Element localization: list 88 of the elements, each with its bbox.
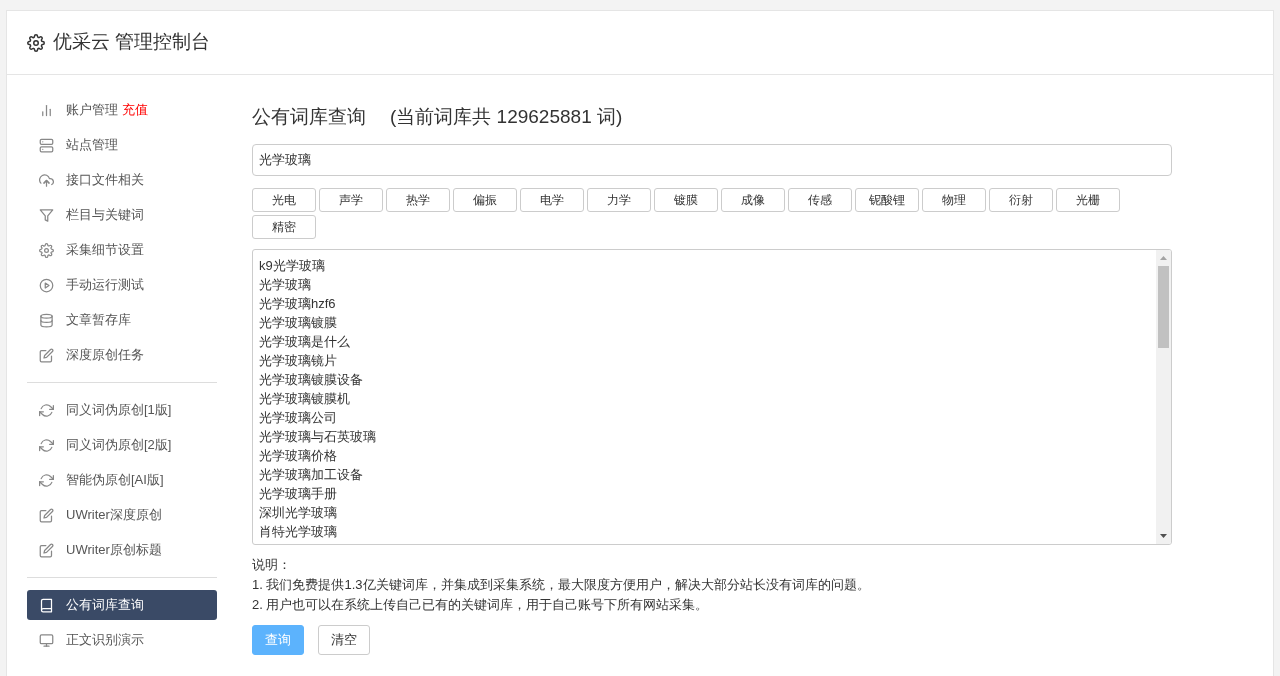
sidebar-label: UWriter原创标题 [66,541,162,560]
sidebar-label: 文章暂存库 [66,311,131,330]
sidebar-item[interactable]: 采集细节设置 [27,235,217,265]
sidebar-label: 站点管理 [66,136,118,155]
tag-button[interactable]: 传感 [788,187,852,212]
sidebar-item[interactable]: 文章暂存库 [27,305,217,335]
sidebar-item[interactable]: UWriter深度原创 [27,500,217,530]
edit-icon [39,347,54,363]
notes-title: 说明： [252,555,292,574]
sidebar-label: 接口文件相关 [66,171,144,190]
console-title: 优采云 管理控制台 [53,30,211,55]
result-item[interactable]: 光学玻璃公司 [259,407,1156,427]
tag-button[interactable]: 热学 [386,187,450,212]
bar-chart-icon [39,102,54,118]
sidebar-item[interactable]: 同义词伪原创[1版] [27,395,217,425]
sidebar-label: UWriter深度原创 [66,506,162,525]
tag-button[interactable]: 电学 [520,187,584,212]
clear-button[interactable]: 清空 [318,624,370,655]
play-icon [39,277,54,293]
monitor-icon [39,632,54,648]
sidebar-label: 深度原创任务 [66,346,144,365]
database-icon [39,312,54,328]
filter-icon [39,207,54,223]
tag-button[interactable]: 光电 [252,187,316,212]
sidebar-label: 正文识别演示 [66,631,144,650]
tag-button[interactable]: 精密 [252,214,316,239]
scroll-down-icon[interactable] [1160,533,1167,538]
sidebar-label: 公有词库查询 [66,596,144,615]
result-item[interactable]: 光学玻璃加工设备 [259,464,1156,484]
scroll-up-icon[interactable] [1160,255,1167,260]
sidebar-item[interactable]: 栏目与关键词 [27,200,217,230]
note-text: 1. 我们免费提供1.3亿关键词库，并集成到采集系统，最大限度方便用户，解决大部分站长没有词库的问题。 [252,575,871,594]
tag-button[interactable]: 光栅 [1056,187,1120,212]
result-item[interactable]: 深圳光学玻璃 [259,502,1156,522]
result-item[interactable]: 光学玻璃价格 [259,445,1156,465]
result-item[interactable]: 肖特光学玻璃 [259,521,1156,541]
sidebar-label: 栏目与关键词 [66,206,144,225]
refresh-icon [39,472,54,488]
sidebar-item[interactable]: 接口文件相关 [27,165,217,195]
sidebar-label: 同义词伪原创[1版] [66,401,172,420]
results-list[interactable]: k9光学玻璃 光学玻璃 光学玻璃hzf6 光学玻璃镀膜 光学玻璃是什么 光学玻璃镜片 光学玻璃镀膜设备 光学玻璃镀膜机 光学玻璃公司 光学玻璃与石英玻璃 光学玻璃价格 光学玻璃加工设备 光学玻璃手册 深圳光学玻璃 肖特光学玻璃 [252,248,1172,545]
edit-icon [39,542,54,558]
sidebar-item[interactable]: 站点管理 [27,130,217,160]
result-item[interactable]: k9光学玻璃 [259,255,1156,275]
refresh-icon [39,402,54,418]
sidebar-item[interactable]: UWriter原创标题 [27,535,217,565]
sidebar-label: 采集细节设置 [66,241,144,260]
recharge-link[interactable]: 充值 [122,100,148,120]
server-icon [39,137,54,153]
sidebar-label: 账户管理 [66,101,118,120]
scrollbar-thumb[interactable] [1158,265,1169,348]
note-text: 2. 用户也可以在系统上传自己已有的关键词库，用于自己账号下所有网站采集。 [252,595,710,614]
result-item[interactable]: 光学玻璃镜片 [259,350,1156,370]
tag-button[interactable]: 衍射 [989,187,1053,212]
page-title: 公有词库查询 [252,105,366,129]
tag-button[interactable]: 铌酸锂 [855,187,919,212]
result-item[interactable]: 光学玻璃hzf6 [259,293,1156,313]
refresh-icon [39,437,54,453]
result-item[interactable]: 光学玻璃与石英玻璃 [259,426,1156,446]
word-count: (当前词库共 129625881 词) [390,105,623,129]
result-item[interactable]: 光学玻璃镀膜 [259,312,1156,332]
result-item[interactable]: 光学玻璃是什么 [259,331,1156,351]
sidebar-label: 手动运行测试 [66,276,144,295]
cloud-upload-icon [39,172,54,188]
edit-icon [39,507,54,523]
sidebar-item[interactable]: 公有词库查询 [27,590,217,620]
tag-button[interactable]: 成像 [721,187,785,212]
sidebar-item[interactable]: 正文识别演示 [27,625,217,655]
tag-button[interactable]: 力学 [587,187,651,212]
tag-button[interactable]: 声学 [319,187,383,212]
result-item[interactable]: 光学玻璃镀膜设备 [259,369,1156,389]
sidebar-item[interactable]: 手动运行测试 [27,270,217,300]
sidebar-item[interactable]: 智能伪原创[AI版] [27,465,217,495]
sidebar-item[interactable]: 同义词伪原创[2版] [27,430,217,460]
book-icon [39,597,54,613]
tag-button[interactable]: 偏振 [453,187,517,212]
result-item[interactable]: 光学玻璃 [259,274,1156,294]
scrollbar[interactable] [1156,249,1171,544]
search-field[interactable]: 光学玻璃 [252,143,1172,176]
sidebar-item[interactable]: 深度原创任务 [27,340,217,370]
tag-button[interactable]: 镀膜 [654,187,718,212]
sidebar-label: 智能伪原创[AI版] [66,471,164,490]
settings-icon [27,33,45,52]
sidebar-label: 同义词伪原创[2版] [66,436,172,455]
sidebar-item[interactable]: 账户管理 充值 [27,95,217,125]
tag-button[interactable]: 物理 [922,187,986,212]
result-item[interactable]: 光学玻璃镀膜机 [259,388,1156,408]
result-item[interactable]: 光学玻璃手册 [259,483,1156,503]
